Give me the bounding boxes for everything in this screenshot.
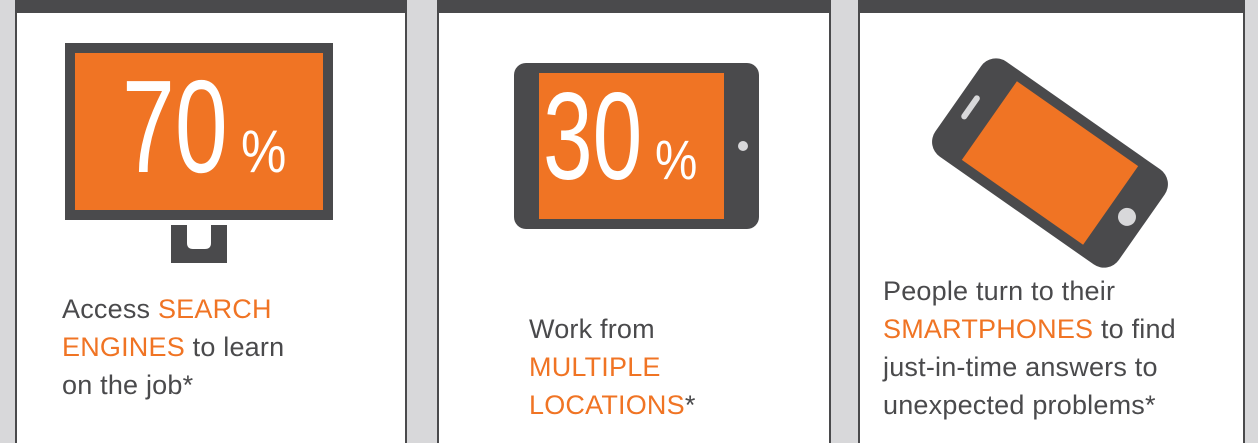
card-caption: People turn to their SMARTPHONES to find… xyxy=(883,276,1176,420)
stat-card-smartphones: People turn to their SMARTPHONES to find… xyxy=(858,0,1245,443)
stat-card-multiple-locations: 30 % Work from MULTIPLE LOCATIONS* xyxy=(437,0,831,443)
card-caption: Access SEARCH ENGINES to learn on the jo… xyxy=(62,294,285,400)
highlight-multiple: MULTIPLE xyxy=(529,352,661,382)
stat-70-percent: 70 % xyxy=(122,61,322,211)
highlight-engines: ENGINES xyxy=(62,332,185,362)
stat-card-search-engines: 70 % Access SEARCH ENGINES to learn on t… xyxy=(15,0,407,443)
stat-30-percent: 30 % xyxy=(543,75,733,215)
highlight-search: SEARCH xyxy=(157,294,272,324)
stat-number: 30 xyxy=(543,68,643,206)
stat-number: 70 xyxy=(122,53,228,200)
stat-unit: % xyxy=(654,128,698,191)
highlight-locations: LOCATIONS xyxy=(529,390,685,420)
highlight-smartphones: SMARTPHONES xyxy=(883,314,1094,344)
smartphone-icon xyxy=(932,58,1168,268)
stat-unit: % xyxy=(240,118,287,185)
card-caption: Work from MULTIPLE LOCATIONS* xyxy=(529,314,696,420)
